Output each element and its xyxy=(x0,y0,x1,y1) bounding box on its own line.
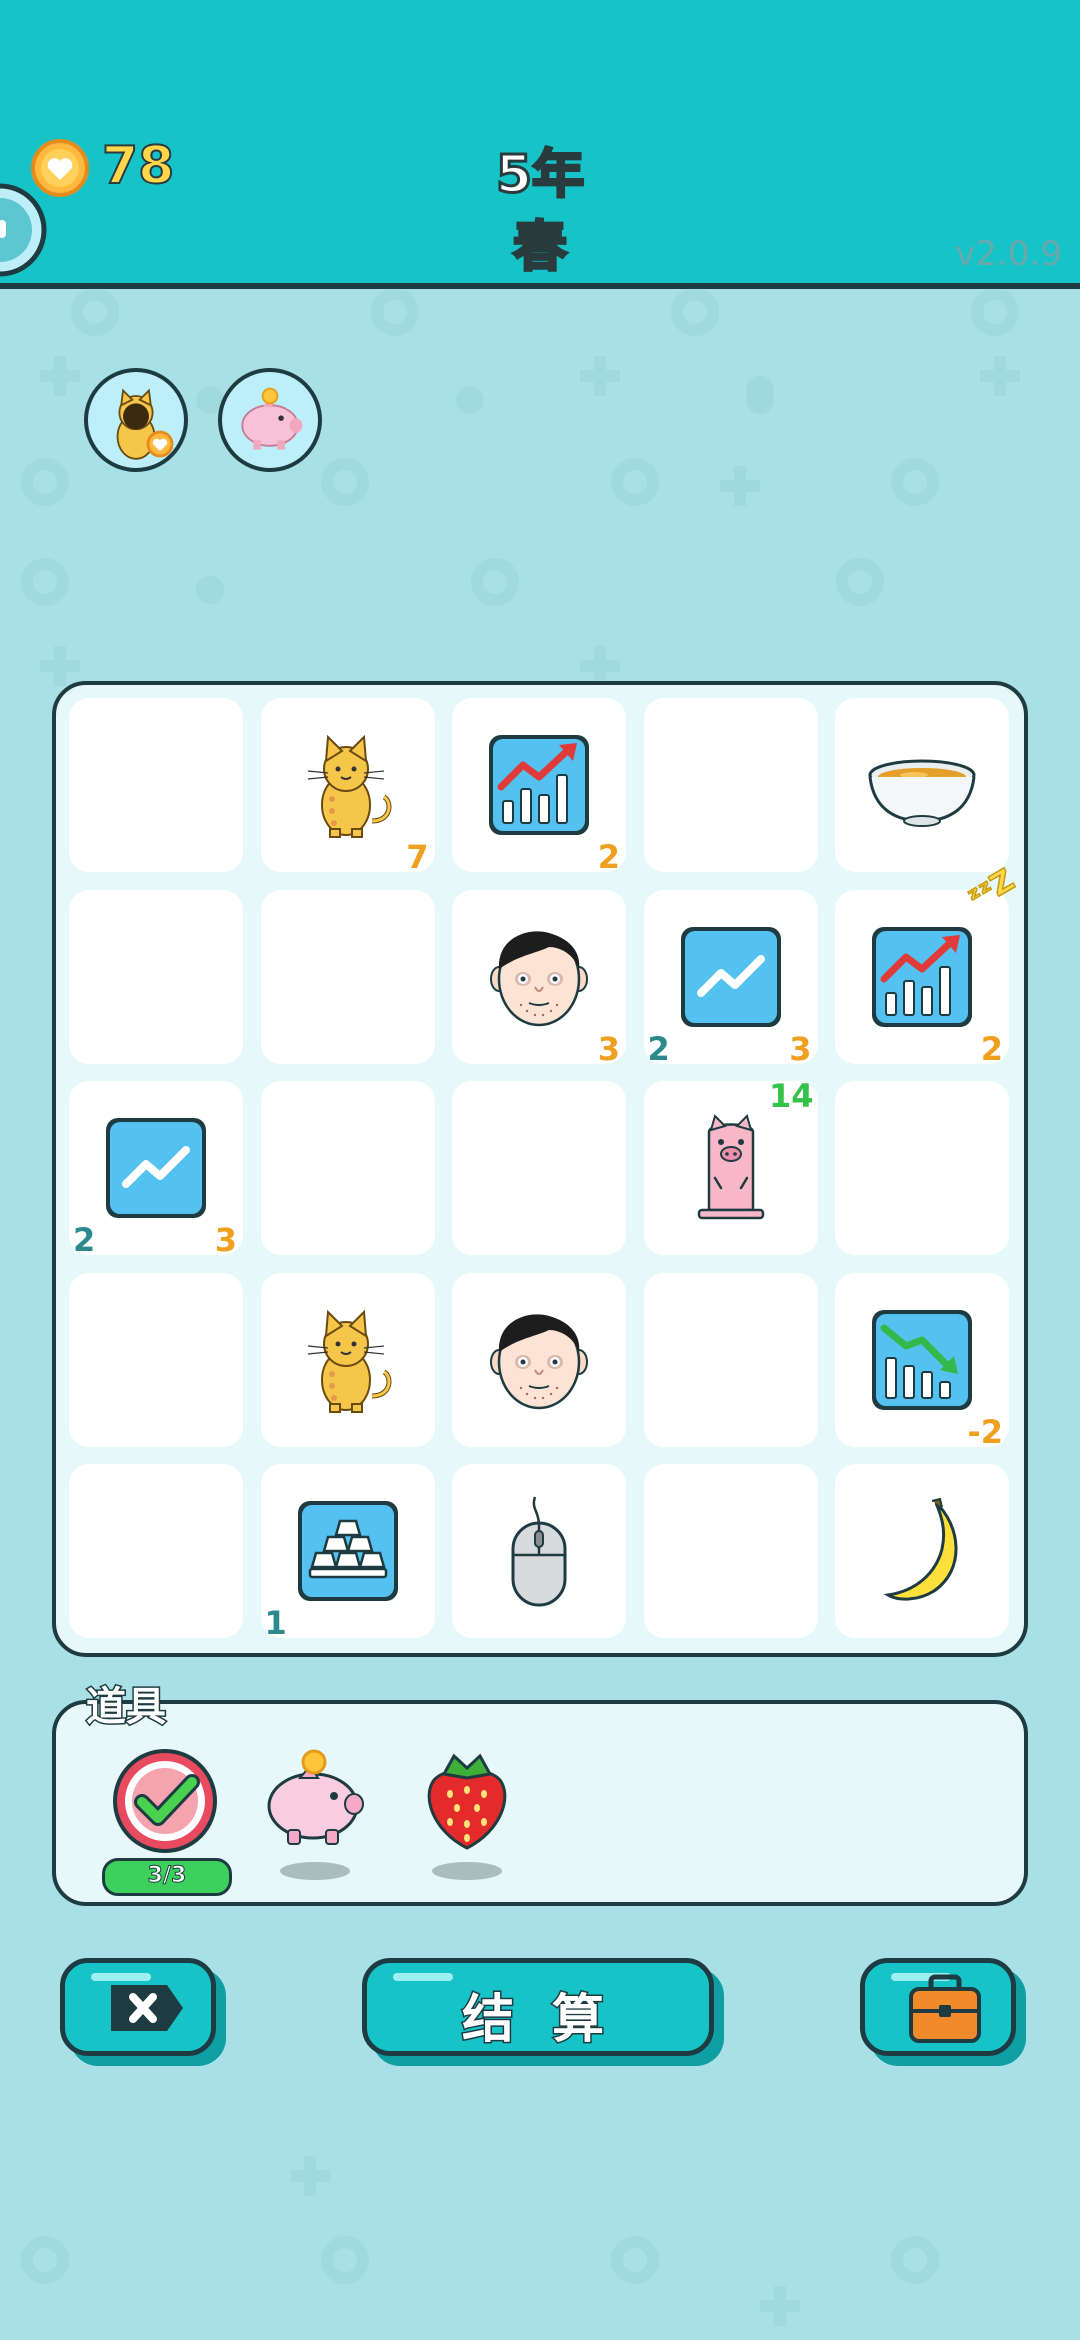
skip-button[interactable] xyxy=(60,1958,216,2056)
x-tag-icon xyxy=(111,1985,183,2031)
trend-card-icon xyxy=(680,926,781,1027)
banana-icon xyxy=(883,1497,958,1601)
board-cell-empty[interactable] xyxy=(643,698,818,872)
stock-up-chart-icon xyxy=(489,735,589,835)
soup-bowl-icon xyxy=(868,759,976,827)
settle-button[interactable]: 结 算 xyxy=(362,1958,714,2056)
cat-icon xyxy=(307,734,391,838)
cat-with-coin-icon xyxy=(116,388,174,460)
board-cell[interactable]: 14 xyxy=(643,1076,818,1255)
check-target-icon[interactable] xyxy=(110,1746,220,1856)
board-cell[interactable]: ᶻᶻZ 2 xyxy=(835,861,1021,1069)
board-cell-empty[interactable] xyxy=(643,1464,818,1638)
prop-shadow xyxy=(432,1862,502,1880)
piggy-bank-icon[interactable] xyxy=(258,1746,368,1856)
board-cell[interactable]: -2 xyxy=(835,1272,1009,1452)
strawberry-icon[interactable] xyxy=(412,1744,522,1854)
cell-value-tr: 14 xyxy=(768,1076,815,1116)
board-cell-empty[interactable] xyxy=(69,1272,243,1447)
board-cell-empty[interactable] xyxy=(69,889,243,1064)
board-cell-empty[interactable] xyxy=(260,1081,435,1255)
top-bar: 78 5年 春 v2.0.9 xyxy=(0,0,1080,289)
cell-value-bl: 2 xyxy=(646,1029,670,1069)
year-label: 5年 xyxy=(494,144,585,207)
board-cell-empty[interactable] xyxy=(260,889,435,1064)
board-cell[interactable] xyxy=(835,1464,1009,1638)
board-cell[interactable]: 2 xyxy=(452,698,626,877)
cell-value-bl: 2 xyxy=(72,1220,96,1260)
board-cell-empty[interactable] xyxy=(643,1272,818,1447)
status-cat-coin[interactable] xyxy=(84,368,188,472)
board-cell-empty[interactable] xyxy=(452,1081,626,1255)
game-board: 7 2 3 3 2 ᶻᶻZ 2 3 2 14 -2 1 xyxy=(52,681,1028,1657)
board-cell[interactable]: 3 xyxy=(452,889,626,1069)
stock-up-chart-sleeping-icon xyxy=(872,926,972,1027)
cell-value-bl: 1 xyxy=(263,1603,287,1643)
cell-value-br: 2 xyxy=(980,1029,1004,1069)
man-face-icon xyxy=(490,930,588,1026)
briefcase-icon xyxy=(909,1974,981,2043)
cell-value-br: -2 xyxy=(966,1412,1004,1452)
computer-mouse-icon xyxy=(511,1496,567,1607)
stock-down-chart-icon xyxy=(872,1309,972,1410)
version-label: v2.0.9 xyxy=(955,234,1062,274)
board-cell-empty[interactable] xyxy=(835,1081,1009,1255)
board-cell[interactable]: 32 xyxy=(643,889,818,1069)
board-cell[interactable] xyxy=(452,1464,626,1638)
season-label: 春 xyxy=(512,214,569,280)
board-cell[interactable]: 1 xyxy=(260,1464,435,1643)
board-cell[interactable] xyxy=(452,1272,626,1447)
cell-value-br: 2 xyxy=(597,837,621,877)
check-uses-badge: 3/3 xyxy=(102,1858,232,1896)
board-cell[interactable] xyxy=(835,698,1009,872)
board-cell[interactable]: 32 xyxy=(69,1081,243,1260)
props-label: 道具 xyxy=(85,1683,168,1732)
pig-statue-icon xyxy=(697,1114,764,1220)
prop-shadow xyxy=(280,1862,350,1880)
piggy-bank-icon xyxy=(241,387,303,450)
board-cell[interactable] xyxy=(260,1272,435,1447)
status-piggy-bank[interactable] xyxy=(218,368,322,472)
cell-value-br: 3 xyxy=(788,1029,812,1069)
gold-bars-card-icon xyxy=(297,1501,398,1601)
cat-icon xyxy=(307,1309,391,1413)
board-cell-empty[interactable] xyxy=(69,698,243,872)
board-cell[interactable]: 7 xyxy=(260,698,435,877)
bag-button[interactable] xyxy=(860,1958,1016,2056)
settle-label: 结 算 xyxy=(460,1989,615,2052)
cell-value-br: 3 xyxy=(597,1029,621,1069)
trend-card-icon xyxy=(106,1118,206,1218)
cell-value-br: 3 xyxy=(214,1220,238,1260)
man-face-icon xyxy=(490,1313,588,1409)
board-cell-empty[interactable] xyxy=(69,1464,243,1638)
cell-value-br: 7 xyxy=(405,837,429,877)
